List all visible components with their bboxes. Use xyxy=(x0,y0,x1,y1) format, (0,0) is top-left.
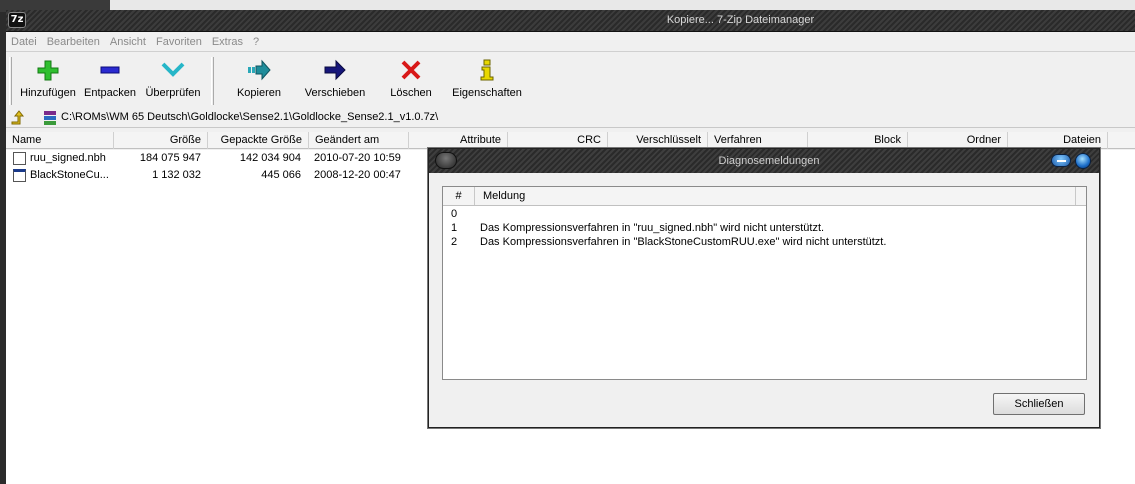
toolbar-grip[interactable] xyxy=(9,57,12,105)
add-label: Hinzufügen xyxy=(20,87,76,99)
col-name[interactable]: Name xyxy=(6,132,114,149)
menu-bar: Datei Bearbeiten Ansicht Favoriten Extras? xyxy=(6,33,1135,52)
address-bar: C:\ROMs\WM 65 Deutsch\Goldlocke\Sense2.1… xyxy=(6,108,1135,128)
message-number: 0 xyxy=(451,208,458,220)
col-method[interactable]: Verfahren xyxy=(708,132,808,149)
dialog-title-bar[interactable]: Diagnosemeldungen xyxy=(429,149,1099,173)
message-list-header: # Meldung xyxy=(443,187,1086,206)
move-label: Verschieben xyxy=(304,87,366,99)
plus-icon xyxy=(37,60,59,81)
info-icon xyxy=(480,59,494,81)
file-modified: 2010-07-20 10:59 xyxy=(314,152,401,164)
col-crc[interactable]: CRC xyxy=(508,132,608,149)
file-size: 184 075 947 xyxy=(139,152,201,164)
menu-datei[interactable]: Datei xyxy=(6,33,42,48)
check-chevron-icon xyxy=(161,62,185,77)
current-path[interactable]: C:\ROMs\WM 65 Deutsch\Goldlocke\Sense2.1… xyxy=(61,111,438,123)
file-modified: 2008-12-20 00:47 xyxy=(314,169,401,181)
folder-up-icon[interactable] xyxy=(10,110,26,126)
close-button[interactable]: Schließen xyxy=(993,393,1085,415)
delete-button[interactable]: Löschen xyxy=(386,59,436,105)
archive-icon xyxy=(44,111,56,125)
file-packed: 445 066 xyxy=(261,169,301,181)
col-number[interactable]: # xyxy=(443,187,475,205)
delete-label: Löschen xyxy=(390,87,432,99)
delete-x-icon xyxy=(401,60,421,80)
col-modified[interactable]: Geändert am xyxy=(309,132,409,149)
col-packed-size[interactable]: Gepackte Größe xyxy=(208,132,309,149)
toolbar: Hinzufügen Entpacken Überprüfen Kopieren… xyxy=(6,53,1135,109)
extract-button[interactable]: Entpacken xyxy=(84,59,136,105)
col-block[interactable]: Block xyxy=(808,132,908,149)
toolbar-separator xyxy=(211,57,214,105)
add-button[interactable]: Hinzufügen xyxy=(20,59,76,105)
message-row[interactable]: 2 Das Kompressionsverfahren in "BlackSto… xyxy=(443,236,1086,250)
extract-label: Entpacken xyxy=(84,87,136,99)
message-row[interactable]: 1 Das Kompressionsverfahren in "ruu_sign… xyxy=(443,222,1086,236)
col-size[interactable]: Größe xyxy=(114,132,208,149)
dialog-title: Diagnosemeldungen xyxy=(718,155,820,167)
diagnostics-dialog: Diagnosemeldungen # Meldung 0 1 Das Komp… xyxy=(428,148,1100,428)
file-icon xyxy=(13,152,26,165)
copy-label: Kopieren xyxy=(236,87,282,99)
message-text: Das Kompressionsverfahren in "BlackStone… xyxy=(480,236,887,248)
col-folders[interactable]: Ordner xyxy=(908,132,1008,149)
minimize-icon[interactable] xyxy=(1051,154,1071,167)
message-number: 2 xyxy=(451,236,458,248)
file-size: 1 132 032 xyxy=(152,169,201,181)
screen: 7z Kopiere... 7-Zip Dateimanager Datei Be… xyxy=(0,0,1135,484)
window-title: Kopiere... 7-Zip Dateimanager xyxy=(666,14,815,26)
col-message[interactable]: Meldung xyxy=(476,187,1076,205)
test-button[interactable]: Überprüfen xyxy=(143,59,203,105)
message-number: 1 xyxy=(451,222,458,234)
menu-ansicht[interactable]: Ansicht xyxy=(105,33,151,48)
message-list[interactable]: # Meldung 0 1 Das Kompressionsverfahren … xyxy=(442,186,1087,380)
file-name: BlackStoneCu... xyxy=(30,169,109,181)
copy-button[interactable]: Kopieren xyxy=(234,59,284,105)
col-attributes[interactable]: Attribute xyxy=(409,132,508,149)
properties-button[interactable]: Eigenschaften xyxy=(450,59,524,105)
file-packed: 142 034 904 xyxy=(239,152,301,164)
exe-icon xyxy=(13,169,26,182)
test-label: Überprüfen xyxy=(145,87,201,99)
minus-icon xyxy=(100,66,120,74)
move-arrow-icon xyxy=(324,59,346,81)
close-icon[interactable] xyxy=(1075,153,1091,169)
col-files[interactable]: Dateien xyxy=(1008,132,1108,149)
file-list-header: Name Größe Gepackte Größe Geändert am At… xyxy=(6,132,1135,149)
message-text: Das Kompressionsverfahren in "ruu_signed… xyxy=(480,222,825,234)
file-name: ruu_signed.nbh xyxy=(30,152,106,164)
copy-arrow-icon xyxy=(248,59,271,81)
move-button[interactable]: Verschieben xyxy=(301,59,369,105)
col-encrypted[interactable]: Verschlüsselt xyxy=(608,132,708,149)
title-bar[interactable]: 7z Kopiere... 7-Zip Dateimanager xyxy=(6,10,1135,32)
menu-bearbeiten[interactable]: Bearbeiten xyxy=(42,33,105,48)
message-row[interactable]: 0 xyxy=(443,208,1086,222)
menu-help[interactable]: ? xyxy=(248,33,264,48)
properties-label: Eigenschaften xyxy=(452,87,522,99)
menu-extras[interactable]: Extras xyxy=(207,33,248,48)
menu-favoriten[interactable]: Favoriten xyxy=(151,33,207,48)
